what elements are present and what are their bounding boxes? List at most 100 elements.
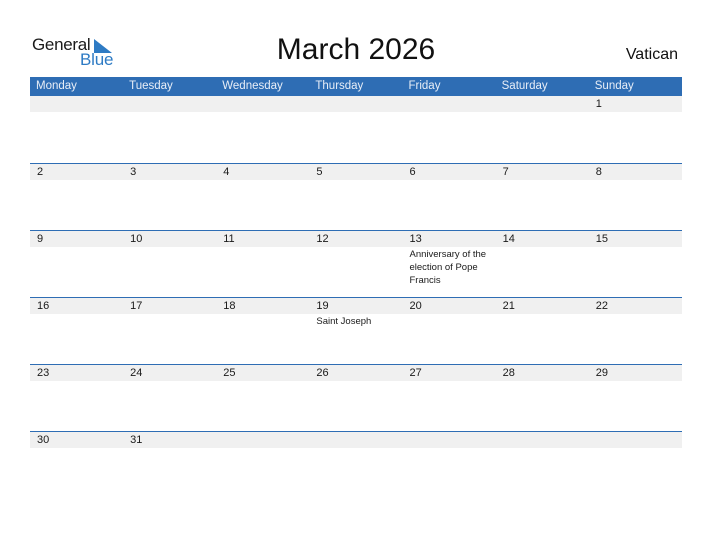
- weekday-thursday: Thursday: [315, 80, 364, 92]
- day-number: 20: [409, 300, 422, 312]
- day-number: [37, 96, 123, 112]
- week-days: 30 31: [30, 432, 682, 498]
- day-number: [503, 96, 589, 112]
- day-number: 26: [316, 367, 329, 379]
- day-cell: [403, 432, 496, 498]
- calendar-title: March 2026: [276, 33, 436, 66]
- week-row: 16 17 18 19 Saint Joseph 20 21 22: [30, 297, 682, 364]
- day-number: 7: [502, 166, 509, 178]
- day-cell: [30, 96, 123, 163]
- day-cell: 9: [30, 231, 123, 297]
- day-number: [503, 432, 589, 448]
- week-days: 1: [30, 96, 682, 163]
- day-cell: 30: [30, 432, 123, 498]
- day-cell: 16: [30, 298, 123, 364]
- day-number: 3: [130, 166, 137, 178]
- day-number: 12: [316, 233, 329, 245]
- day-cell: 17: [123, 298, 216, 364]
- day-number: 21: [502, 300, 515, 312]
- day-cell: 6: [403, 164, 496, 230]
- weekday-tuesday: Tuesday: [129, 80, 173, 92]
- day-number: 6: [409, 166, 416, 178]
- day-cell: [216, 96, 309, 163]
- day-number: 23: [37, 367, 50, 379]
- day-cell: [216, 432, 309, 498]
- day-cell: [496, 432, 589, 498]
- week-row: 2 3 4 5 6 7 8: [30, 163, 682, 230]
- day-cell: 19 Saint Joseph: [309, 298, 402, 364]
- weekday-monday: Monday: [36, 80, 77, 92]
- day-cell: 27: [403, 365, 496, 431]
- day-number: 8: [595, 166, 602, 178]
- day-number: [410, 96, 496, 112]
- day-cell: 26: [309, 365, 402, 431]
- day-number: 16: [37, 300, 50, 312]
- day-cell: 29: [589, 365, 682, 431]
- day-cell: [589, 432, 682, 498]
- day-number: 5: [316, 166, 323, 178]
- week-days: 2 3 4 5 6 7 8: [30, 164, 682, 230]
- day-number: 17: [130, 300, 143, 312]
- day-cell: [309, 432, 402, 498]
- day-cell: 18: [216, 298, 309, 364]
- day-number: [596, 432, 682, 448]
- day-number: 31: [130, 434, 143, 446]
- day-cell: 21: [496, 298, 589, 364]
- day-number: 22: [595, 300, 608, 312]
- day-cell: 31: [123, 432, 216, 498]
- day-number: 19: [316, 300, 329, 312]
- week-row: 9 10 11 12 13 Anniversary of the election of …: [30, 230, 682, 297]
- week-row: 30 31: [30, 431, 682, 498]
- day-cell: 24: [123, 365, 216, 431]
- weekday-wednesday: Wednesday: [222, 80, 283, 92]
- day-cell: 5: [309, 164, 402, 230]
- day-number: 27: [409, 367, 422, 379]
- day-cell: 25: [216, 365, 309, 431]
- day-number: 9: [37, 233, 44, 245]
- week-row: 23 24 25 26 27 28 29: [30, 364, 682, 431]
- day-number: 24: [130, 367, 143, 379]
- day-number: 2: [37, 166, 44, 178]
- day-number: 25: [223, 367, 236, 379]
- weekday-sunday: Sunday: [594, 80, 634, 92]
- day-cell: [309, 96, 402, 163]
- day-cell: 4: [216, 164, 309, 230]
- calendar-grid: 1 2 3 4 5 6 7 8 9 10 11 12 13 Anniversary of the elec…: [30, 96, 682, 498]
- day-number: 30: [37, 434, 50, 446]
- weekday-saturday: Saturday: [501, 80, 548, 92]
- weekday-header: Monday Tuesday Wednesday Thursday Friday…: [30, 77, 682, 96]
- week-days: 9 10 11 12 13 Anniversary of the election of …: [30, 231, 682, 297]
- week-days: 16 17 18 19 Saint Joseph 20 21 22: [30, 298, 682, 364]
- day-cell: 14: [496, 231, 589, 297]
- day-number: [410, 432, 496, 448]
- day-number: 14: [502, 233, 515, 245]
- day-cell: 13 Anniversary of the election of Pope Fr…: [403, 231, 496, 297]
- day-number: [130, 96, 216, 112]
- day-cell: 15: [589, 231, 682, 297]
- day-cell: 10: [123, 231, 216, 297]
- day-number: 13: [409, 233, 422, 245]
- day-cell: 1: [589, 96, 682, 163]
- day-cell: 7: [496, 164, 589, 230]
- day-number: 1: [595, 98, 602, 110]
- day-number: 4: [223, 166, 230, 178]
- day-number: [316, 96, 402, 112]
- day-number: 18: [223, 300, 236, 312]
- day-number: 28: [502, 367, 515, 379]
- day-cell: 12: [309, 231, 402, 297]
- day-cell: 2: [30, 164, 123, 230]
- day-cell: 22: [589, 298, 682, 364]
- day-number: [223, 432, 309, 448]
- day-number: 11: [223, 233, 235, 245]
- day-cell: 3: [123, 164, 216, 230]
- day-number: 15: [595, 233, 608, 245]
- day-cell: [496, 96, 589, 163]
- day-cell: [403, 96, 496, 163]
- day-cell: [123, 96, 216, 163]
- holiday-event: Anniversary of the election of Pope Fran…: [409, 249, 487, 286]
- day-cell: 23: [30, 365, 123, 431]
- day-cell: 28: [496, 365, 589, 431]
- day-number: [316, 432, 402, 448]
- weekday-friday: Friday: [408, 80, 441, 92]
- day-number: 10: [130, 233, 143, 245]
